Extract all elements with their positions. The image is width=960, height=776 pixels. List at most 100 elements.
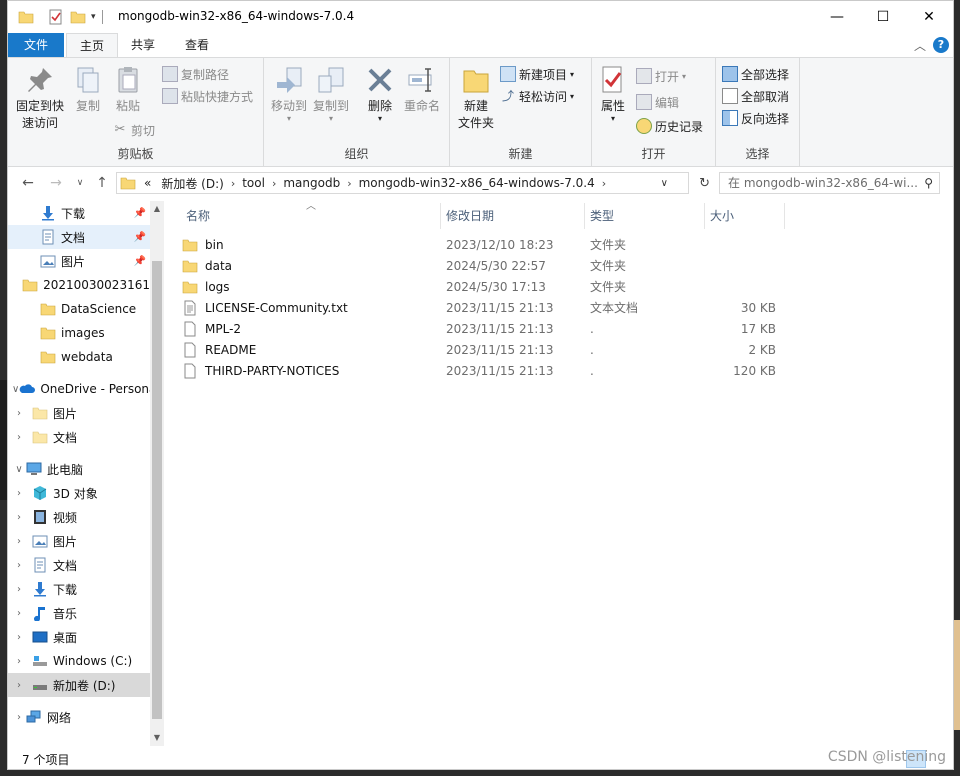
search-input[interactable]: 在 mongodb-win32-x86_64-wi... ⚲: [719, 172, 940, 194]
move-to-button[interactable]: 移动到 ▾: [270, 64, 308, 123]
sidebar-item-pictures[interactable]: 图片 📌: [8, 249, 150, 273]
sidebar-item-folder-2021[interactable]: 20210030023161: [8, 273, 150, 297]
easy-access-button[interactable]: ⤴ 轻松访问 ▾: [500, 86, 574, 106]
open-button[interactable]: 打开 ▾: [636, 66, 686, 86]
edit-button[interactable]: 编辑: [636, 92, 679, 112]
maximize-button[interactable]: ☐: [860, 1, 906, 33]
properties-button[interactable]: 属性 ▾: [596, 64, 630, 123]
sidebar-item-drive-d[interactable]: › 新加卷 (D:): [8, 673, 150, 697]
chevron-right-icon[interactable]: ›: [12, 680, 26, 691]
sidebar-item-this-pc[interactable]: ∨ 此电脑: [8, 457, 150, 481]
chevron-right-icon[interactable]: ›: [12, 632, 26, 643]
copy-button[interactable]: 复制: [70, 64, 106, 115]
sidebar-item-datascience[interactable]: DataScience: [8, 297, 150, 321]
chevron-right-icon[interactable]: ›: [12, 608, 26, 619]
refresh-icon[interactable]: ↻: [699, 176, 710, 191]
chevron-right-icon[interactable]: ›: [12, 488, 26, 499]
new-folder-button[interactable]: 新建 文件夹: [456, 64, 496, 132]
file-row[interactable]: logs 2024/5/30 17:13 文件夹: [182, 276, 782, 297]
column-header-date[interactable]: 修改日期: [446, 203, 494, 229]
history-button[interactable]: 历史记录: [636, 116, 703, 136]
chevron-right-icon[interactable]: ›: [12, 408, 26, 419]
sidebar-item-images[interactable]: images: [8, 321, 150, 345]
chevron-down-icon[interactable]: ∨: [12, 464, 26, 475]
address-dropdown-chevron-icon[interactable]: ∨: [661, 178, 668, 189]
collapse-ribbon-chevron-icon[interactable]: ︿: [914, 37, 926, 54]
breadcrumb-tool[interactable]: tool: [242, 176, 265, 190]
sidebar-item-pc-pictures[interactable]: › 图片: [8, 529, 150, 553]
breadcrumb-overflow[interactable]: «: [144, 176, 151, 190]
scroll-down-arrow-icon[interactable]: ▼: [150, 730, 164, 746]
chevron-down-icon[interactable]: ∨: [12, 384, 19, 395]
help-icon[interactable]: ?: [933, 37, 949, 53]
up-arrow-icon[interactable]: ↑: [92, 175, 112, 191]
file-row[interactable]: MPL-2 2023/11/15 21:13 . 17 KB: [182, 318, 782, 339]
paste-shortcut-button[interactable]: 粘贴快捷方式: [162, 86, 253, 106]
minimize-button[interactable]: —: [814, 1, 860, 33]
chevron-right-icon[interactable]: ›: [272, 177, 276, 190]
pin-quick-access-button[interactable]: 固定到快 速访问: [14, 64, 66, 132]
sidebar-item-3d-objects[interactable]: › 3D 对象: [8, 481, 150, 505]
scrollbar-thumb[interactable]: [152, 261, 162, 719]
sidebar-item-onedrive-documents[interactable]: › 文档: [8, 425, 150, 449]
sidebar-item-onedrive[interactable]: ∨ OneDrive - Persona: [8, 377, 150, 401]
chevron-right-icon[interactable]: ›: [12, 536, 26, 547]
sidebar-item-network[interactable]: › 网络: [8, 705, 150, 729]
file-row[interactable]: THIRD-PARTY-NOTICES 2023/11/15 21:13 . 1…: [182, 360, 782, 381]
forward-arrow-icon[interactable]: →: [46, 175, 66, 191]
back-arrow-icon[interactable]: ←: [18, 175, 38, 191]
file-row[interactable]: data 2024/5/30 22:57 文件夹: [182, 255, 782, 276]
column-divider[interactable]: [704, 203, 705, 229]
sidebar-item-music[interactable]: › 音乐: [8, 601, 150, 625]
search-icon[interactable]: ⚲: [924, 173, 933, 193]
copy-to-button[interactable]: 复制到 ▾: [312, 64, 350, 123]
sidebar-item-webdata[interactable]: webdata: [8, 345, 150, 369]
new-folder-icon[interactable]: [70, 9, 86, 25]
chevron-right-icon[interactable]: ›: [12, 584, 26, 595]
chevron-right-icon[interactable]: ›: [12, 512, 26, 523]
customize-toolbar-chevron-icon[interactable]: ▾: [91, 12, 96, 22]
sidebar-item-onedrive-pictures[interactable]: › 图片: [8, 401, 150, 425]
properties-check-icon[interactable]: [48, 9, 64, 25]
select-none-button[interactable]: 全部取消: [722, 86, 789, 106]
tab-view[interactable]: 查看: [172, 33, 222, 57]
rename-button[interactable]: 重命名: [402, 64, 442, 115]
chevron-right-icon[interactable]: ›: [12, 560, 26, 571]
column-header-type[interactable]: 类型: [590, 203, 614, 229]
tab-file[interactable]: 文件: [8, 33, 64, 57]
select-all-button[interactable]: 全部选择: [722, 64, 789, 84]
sidebar-scrollbar[interactable]: ▲ ▼: [150, 201, 164, 746]
sidebar-item-pc-documents[interactable]: › 文档: [8, 553, 150, 577]
sidebar-item-download[interactable]: 下载 📌: [8, 201, 150, 225]
column-divider[interactable]: [784, 203, 785, 229]
sidebar-item-desktop[interactable]: › 桌面: [8, 625, 150, 649]
breadcrumb-current-folder[interactable]: mongodb-win32-x86_64-windows-7.0.4: [359, 176, 595, 190]
scroll-up-arrow-icon[interactable]: ▲: [150, 201, 164, 217]
address-bar[interactable]: « 新加卷 (D:) › tool › mangodb › mongodb-wi…: [116, 172, 710, 194]
column-header-name[interactable]: 名称: [186, 203, 210, 229]
column-header-size[interactable]: 大小: [710, 203, 734, 229]
recent-locations-chevron-icon[interactable]: ∨: [70, 178, 90, 188]
delete-button[interactable]: 删除 ▾: [362, 64, 398, 123]
sidebar-item-documents[interactable]: 文档 📌: [8, 225, 150, 249]
breadcrumb-mangodb[interactable]: mangodb: [283, 176, 340, 190]
chevron-right-icon[interactable]: ›: [602, 177, 606, 190]
sidebar-item-drive-c[interactable]: › Windows (C:): [8, 649, 150, 673]
file-row[interactable]: LICENSE-Community.txt 2023/11/15 21:13 文…: [182, 297, 782, 318]
sidebar-item-pc-downloads[interactable]: › 下载: [8, 577, 150, 601]
paste-button[interactable]: 粘贴: [110, 64, 146, 115]
column-divider[interactable]: [440, 203, 441, 229]
tab-share[interactable]: 共享: [118, 33, 168, 57]
cut-button[interactable]: ✂ 剪切: [112, 120, 155, 140]
tab-home[interactable]: 主页: [66, 33, 118, 57]
chevron-right-icon[interactable]: ›: [12, 432, 26, 443]
chevron-right-icon[interactable]: ›: [231, 177, 235, 190]
close-button[interactable]: ✕: [906, 1, 952, 33]
new-item-button[interactable]: 新建项目 ▾: [500, 64, 574, 84]
chevron-right-icon[interactable]: ›: [12, 712, 26, 723]
sidebar-item-videos[interactable]: › 视频: [8, 505, 150, 529]
breadcrumb-drive-d[interactable]: 新加卷 (D:): [161, 175, 223, 192]
chevron-right-icon[interactable]: ›: [12, 656, 26, 667]
column-divider[interactable]: [584, 203, 585, 229]
invert-selection-button[interactable]: 反向选择: [722, 108, 789, 128]
